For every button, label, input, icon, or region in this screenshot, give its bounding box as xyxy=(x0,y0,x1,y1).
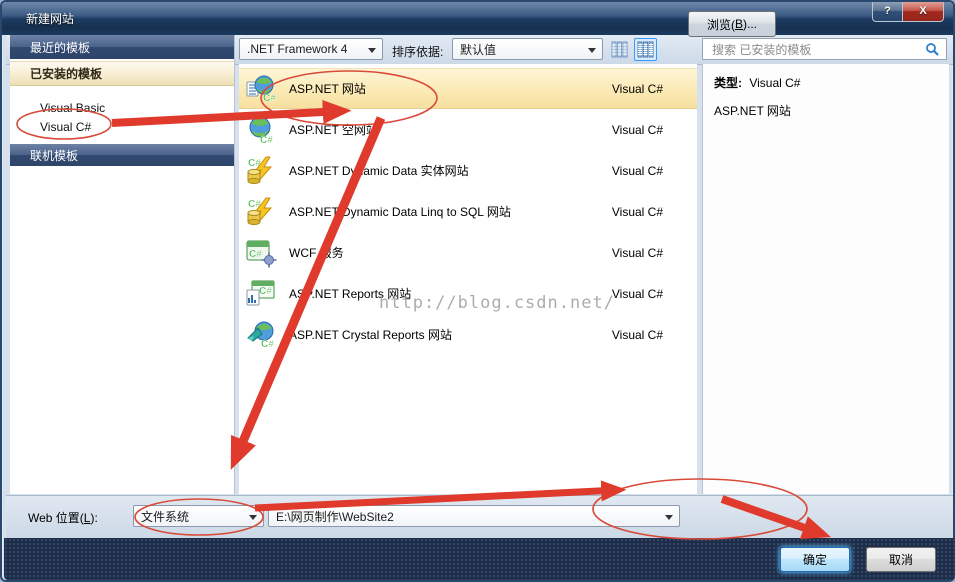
installed-templates-header[interactable]: 已安装的模板 xyxy=(10,61,234,86)
location-type-combobox[interactable]: 文件系统 xyxy=(133,505,264,527)
close-button[interactable]: X xyxy=(903,2,944,22)
title-bar: 新建网站 ? X xyxy=(2,2,953,35)
template-language: Visual C# xyxy=(611,327,663,342)
location-path-value: E:\网页制作\WebSite2 xyxy=(276,509,394,524)
search-placeholder: 搜索 已安装的模板 xyxy=(712,42,812,57)
screenshot-stage: 新建网站 ? X .NET Framework 4 排序依据: 默认值 搜索 已… xyxy=(0,0,955,582)
template-row-dynamic-data-entities[interactable]: C# ASP.NET Dynamic Data 实体网站 Visual C# xyxy=(239,150,697,191)
sort-combobox[interactable]: 默认值 xyxy=(452,38,603,60)
small-icons-icon xyxy=(637,41,654,58)
template-name: WCF 服务 xyxy=(289,246,344,260)
framework-combobox[interactable]: .NET Framework 4 xyxy=(239,38,383,60)
svg-text:C#: C# xyxy=(261,339,274,350)
wcf-service-icon: C# xyxy=(245,238,279,268)
template-description: ASP.NET 网站 xyxy=(714,104,791,118)
template-language: Visual C# xyxy=(611,81,663,96)
template-language: Visual C# xyxy=(611,163,663,178)
location-path-combobox[interactable]: E:\网页制作\WebSite2 xyxy=(268,505,680,527)
template-row-dynamic-data-linq[interactable]: C# ASP.NET Dynamic Data Linq to SQL 网站 V… xyxy=(239,191,697,232)
svg-text:C#: C# xyxy=(259,286,272,297)
template-row-crystal-reports-website[interactable]: C# ASP.NET Crystal Reports 网站 Visual C# xyxy=(239,314,697,355)
svg-text:C#: C# xyxy=(260,135,273,145)
crystal-reports-website-icon: C# xyxy=(245,320,279,350)
ok-button[interactable]: 确定 xyxy=(780,547,850,572)
template-list: C# ASP.NET 网站 Visual C# C# ASP.NET 空网站 V… xyxy=(239,64,697,494)
bottom-button-bar: 确定 取消 xyxy=(4,538,955,580)
new-website-dialog: 新建网站 ? X .NET Framework 4 排序依据: 默认值 搜索 已… xyxy=(0,0,955,582)
template-language: Visual C# xyxy=(611,122,663,137)
view-small-icons-button[interactable] xyxy=(634,38,657,61)
template-row-aspnet-website[interactable]: C# ASP.NET 网站 Visual C# xyxy=(239,68,697,109)
svg-text:C#: C# xyxy=(249,249,262,260)
dialog-title: 新建网站 xyxy=(26,12,75,26)
category-sidebar: 最近的模板 已安装的模板 Visual Basic Visual C# 联机模板 xyxy=(10,35,235,494)
template-name: ASP.NET Dynamic Data 实体网站 xyxy=(289,164,469,178)
help-button[interactable]: ? xyxy=(872,2,903,22)
template-language: Visual C# xyxy=(611,204,663,219)
template-name: ASP.NET Dynamic Data Linq to SQL 网站 xyxy=(289,205,511,219)
chevron-down-icon xyxy=(665,515,673,520)
template-language: Visual C# xyxy=(611,286,663,301)
template-name: ASP.NET Crystal Reports 网站 xyxy=(289,328,452,342)
svg-text:C#: C# xyxy=(263,93,276,104)
search-icon[interactable] xyxy=(925,42,940,60)
sort-value: 默认值 xyxy=(460,42,497,57)
framework-value: .NET Framework 4 xyxy=(247,42,348,56)
reports-website-icon: C# xyxy=(245,279,279,309)
template-details-panel: 类型: Visual C# ASP.NET 网站 xyxy=(702,64,949,494)
view-medium-icons-button[interactable] xyxy=(608,38,631,61)
template-row-wcf-service[interactable]: C# WCF 服务 Visual C# xyxy=(239,232,697,273)
chevron-down-icon xyxy=(368,48,376,53)
aspnet-website-icon: C# xyxy=(245,74,279,104)
cancel-button[interactable]: 取消 xyxy=(866,547,936,572)
type-label: 类型: xyxy=(714,76,742,90)
aspnet-empty-website-icon: C# xyxy=(245,115,279,145)
chevron-down-icon xyxy=(249,515,257,520)
template-name: ASP.NET 网站 xyxy=(289,82,366,96)
search-input[interactable]: 搜索 已安装的模板 xyxy=(702,38,947,60)
chevron-down-icon xyxy=(588,48,596,53)
window-controls: ? X xyxy=(872,2,944,22)
template-language: Visual C# xyxy=(611,245,663,260)
type-value: Visual C# xyxy=(749,76,801,90)
watermark-text: http://blog.csdn.net/ xyxy=(379,293,615,313)
recent-templates-header[interactable]: 最近的模板 xyxy=(10,35,234,59)
sidebar-item-visual-basic[interactable]: Visual Basic xyxy=(10,98,234,117)
sort-by-label: 排序依据: xyxy=(392,45,444,59)
location-type-value: 文件系统 xyxy=(141,509,190,524)
dynamic-data-entities-icon: C# xyxy=(245,156,279,186)
sidebar-item-visual-csharp[interactable]: Visual C# xyxy=(10,117,234,136)
dynamic-data-linq-icon: C# xyxy=(245,197,279,227)
web-location-label: Web 位置(L): xyxy=(28,511,98,525)
browse-button[interactable]: 浏览(B)... xyxy=(688,11,776,37)
template-row-aspnet-empty-website[interactable]: C# ASP.NET 空网站 Visual C# xyxy=(239,109,697,150)
online-templates-header[interactable]: 联机模板 xyxy=(10,144,234,166)
medium-icons-icon xyxy=(611,41,628,58)
template-name: ASP.NET 空网站 xyxy=(289,123,378,137)
